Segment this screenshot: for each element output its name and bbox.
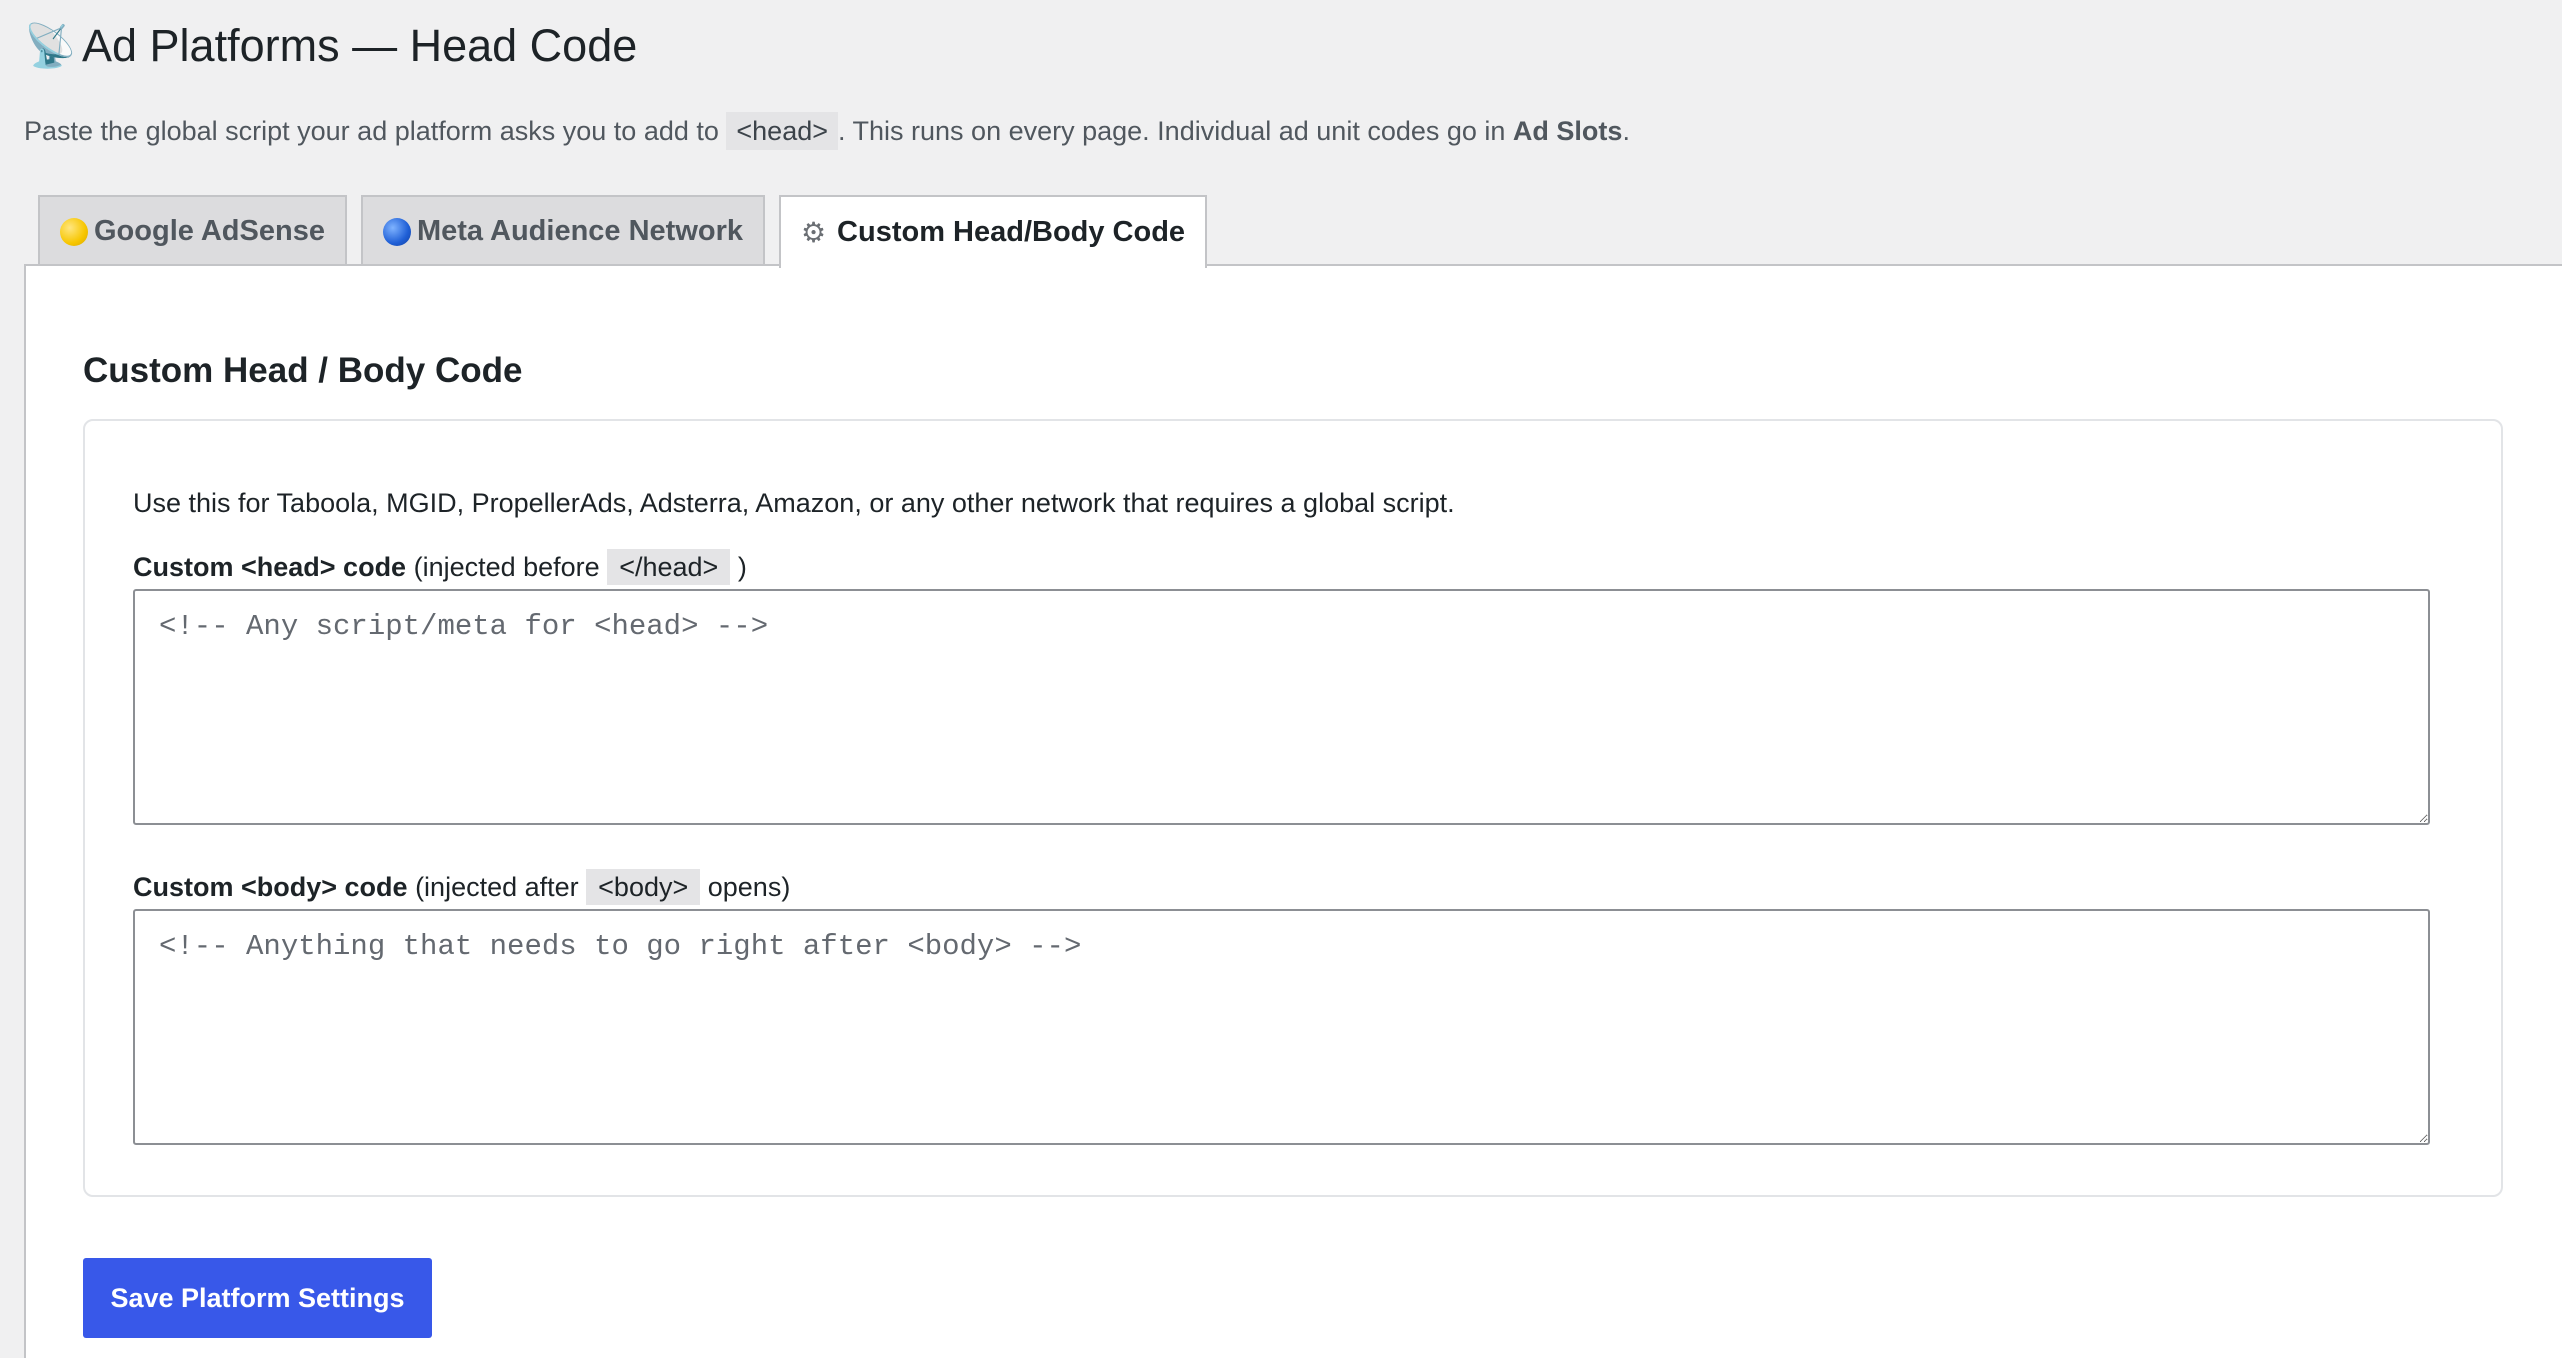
body-code-label-strong: Custom <body> code — [133, 872, 408, 902]
intro-text-after: . — [1622, 116, 1630, 146]
custom-head-code-textarea[interactable] — [133, 589, 2430, 825]
page-title: 📡 Ad Platforms — Head Code — [24, 14, 637, 78]
tab-google-adsense[interactable]: Google AdSense — [38, 195, 347, 266]
gear-icon: ⚙ — [801, 216, 827, 248]
intro-ad-slots: Ad Slots — [1512, 116, 1623, 146]
page-title-text: Ad Platforms — Head Code — [82, 20, 638, 71]
body-code-label: Custom <body> code (injected after <body… — [133, 865, 790, 909]
head-code-label-post: ) — [730, 552, 747, 582]
tab-label: Custom Head/Body Code — [837, 216, 1186, 248]
head-code-label-strong: Custom <head> code — [133, 552, 407, 582]
intro-text-middle: . This runs on every page. Individual ad… — [838, 116, 1513, 146]
yellow-circle-icon — [60, 217, 88, 246]
platform-tabs: Google AdSense Meta Audience Network ⚙ C… — [38, 195, 1208, 268]
tab-label: Meta Audience Network — [416, 215, 744, 247]
section-title: Custom Head / Body Code — [83, 351, 523, 390]
satellite-dish-icon: 📡 — [24, 22, 77, 69]
tab-label: Google AdSense — [94, 215, 325, 247]
head-code-label-code: </head> — [607, 549, 731, 585]
tab-custom-head-body-code[interactable]: ⚙ Custom Head/Body Code — [779, 195, 1208, 268]
intro-text-before: Paste the global script your ad platform… — [24, 116, 727, 146]
tab-panel: Custom Head / Body Code Use this for Tab… — [24, 264, 2562, 1358]
intro-code-head: <head> — [726, 112, 838, 150]
save-platform-settings-button[interactable]: Save Platform Settings — [83, 1258, 432, 1338]
tab-meta-audience-network[interactable]: Meta Audience Network — [360, 195, 766, 266]
page-intro: Paste the global script your ad platform… — [24, 108, 1630, 154]
head-code-label-pre: (injected before — [406, 552, 608, 582]
head-code-label: Custom <head> code (injected before </he… — [133, 545, 747, 589]
body-code-label-post: opens) — [700, 872, 791, 902]
custom-code-card: Use this for Taboola, MGID, PropellerAds… — [83, 419, 2503, 1197]
blue-circle-icon — [382, 217, 411, 246]
section-description: Use this for Taboola, MGID, PropellerAds… — [133, 488, 1455, 518]
body-code-label-pre: (injected after — [407, 872, 587, 902]
body-code-label-code: <body> — [586, 869, 701, 905]
custom-body-code-textarea[interactable] — [133, 909, 2430, 1145]
